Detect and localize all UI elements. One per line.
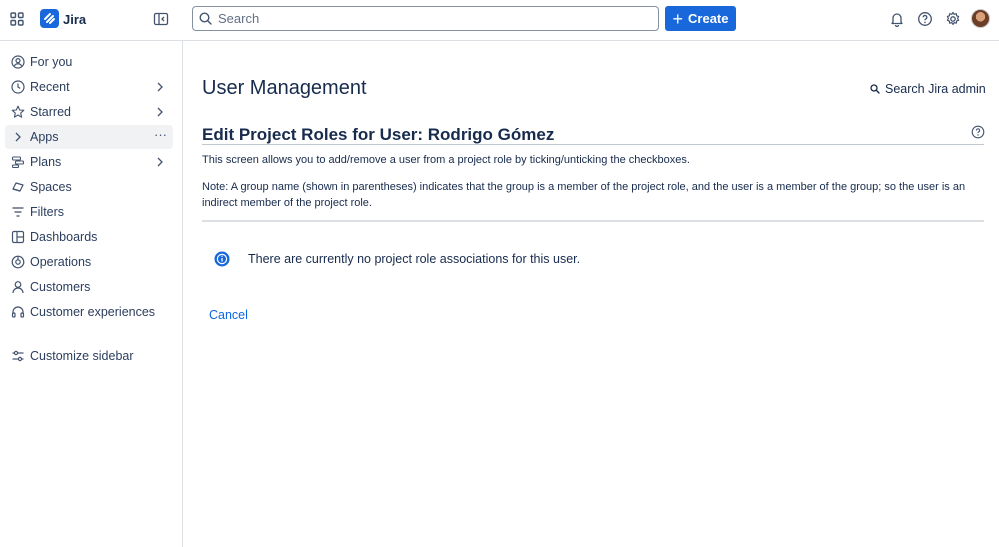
app-brand[interactable]: Jira bbox=[63, 12, 86, 27]
top-navigation: Jira + Create bbox=[0, 0, 999, 41]
help-icon[interactable] bbox=[971, 125, 985, 139]
person-circle-icon bbox=[10, 55, 25, 69]
headset-icon bbox=[11, 306, 24, 318]
sidebar-item-filters[interactable]: Filters bbox=[5, 200, 173, 224]
sidebar-item-label: Plans bbox=[30, 155, 62, 169]
info-message-text: There are currently no project role asso… bbox=[248, 252, 581, 266]
chevron-right-icon[interactable] bbox=[155, 81, 165, 93]
search-icon bbox=[199, 12, 212, 25]
plus-icon: + bbox=[672, 8, 684, 29]
sidebar-item-apps[interactable]: Apps ··· bbox=[5, 125, 173, 149]
search-jira-admin-link[interactable]: Search Jira admin bbox=[870, 82, 986, 96]
sidebar-item-customize[interactable]: Customize sidebar bbox=[5, 344, 173, 368]
dashboard-icon bbox=[11, 230, 24, 244]
create-label: Create bbox=[688, 11, 729, 26]
sidebar-item-spaces[interactable]: Spaces bbox=[5, 175, 173, 199]
page-title: User Management bbox=[202, 77, 367, 99]
sidebar-item-for-you[interactable]: For you bbox=[5, 50, 173, 74]
filter-icon bbox=[12, 207, 23, 217]
search-box[interactable] bbox=[192, 6, 659, 31]
gear-icon[interactable] bbox=[945, 11, 961, 27]
sidebar-item-customers[interactable]: Customers bbox=[5, 275, 173, 299]
sidebar-item-label: Starred bbox=[30, 105, 71, 119]
more-options-icon[interactable]: ··· bbox=[154, 127, 167, 142]
info-icon bbox=[214, 251, 230, 267]
sidebar-item-label: Operations bbox=[30, 255, 92, 269]
app-switcher-icon[interactable] bbox=[9, 11, 25, 27]
clock-icon bbox=[10, 80, 25, 94]
search-input[interactable] bbox=[218, 11, 638, 26]
jira-logo-icon[interactable] bbox=[40, 9, 59, 28]
chevron-right-icon[interactable] bbox=[155, 156, 165, 168]
sidebar-item-label: Apps bbox=[30, 130, 59, 144]
spaces-icon bbox=[11, 182, 24, 192]
star-icon bbox=[11, 105, 24, 118]
sidebar-item-starred[interactable]: Starred bbox=[5, 100, 173, 124]
note-text: Note: A group name (shown in parentheses… bbox=[202, 181, 966, 209]
sidebar-item-dashboards[interactable]: Dashboards bbox=[5, 225, 173, 249]
person-icon bbox=[11, 281, 24, 294]
sidebar: For you Recent Starred Apps ··· Plans Sp… bbox=[0, 41, 183, 547]
admin-search-label: Search Jira admin bbox=[885, 82, 986, 96]
divider bbox=[202, 144, 984, 145]
avatar[interactable] bbox=[971, 9, 990, 28]
divider bbox=[202, 220, 984, 222]
sidebar-item-recent[interactable]: Recent bbox=[5, 75, 173, 99]
sidebar-item-label: For you bbox=[30, 55, 73, 69]
sidebar-item-label: Customize sidebar bbox=[30, 349, 134, 363]
sidebar-item-customer-experiences[interactable]: Customer experiences bbox=[5, 300, 173, 324]
sidebar-item-operations[interactable]: Operations bbox=[5, 250, 173, 274]
sidebar-item-label: Spaces bbox=[30, 180, 72, 194]
sidebar-toggle-icon[interactable] bbox=[153, 11, 169, 27]
plans-icon bbox=[11, 156, 24, 169]
sidebar-item-label: Recent bbox=[30, 80, 70, 94]
bell-icon[interactable] bbox=[889, 11, 905, 27]
search-icon bbox=[870, 84, 880, 94]
cancel-link[interactable]: Cancel bbox=[209, 308, 248, 322]
operations-icon bbox=[11, 255, 24, 269]
sidebar-item-plans[interactable]: Plans bbox=[5, 150, 173, 174]
sidebar-item-label: Dashboards bbox=[30, 230, 98, 244]
sidebar-item-label: Customer experiences bbox=[30, 305, 156, 319]
sidebar-item-label: Customers bbox=[30, 280, 91, 294]
chevron-right-icon[interactable] bbox=[11, 130, 25, 144]
customize-icon bbox=[12, 350, 23, 362]
description-text: This screen allows you to add/remove a u… bbox=[202, 154, 690, 166]
section-title: Edit Project Roles for User: Rodrigo Góm… bbox=[202, 125, 555, 144]
sidebar-item-label: Filters bbox=[30, 205, 65, 219]
chevron-right-icon[interactable] bbox=[155, 106, 165, 118]
help-icon[interactable] bbox=[917, 11, 933, 27]
info-message: There are currently no project role asso… bbox=[214, 251, 580, 267]
create-button[interactable]: + Create bbox=[665, 6, 736, 31]
